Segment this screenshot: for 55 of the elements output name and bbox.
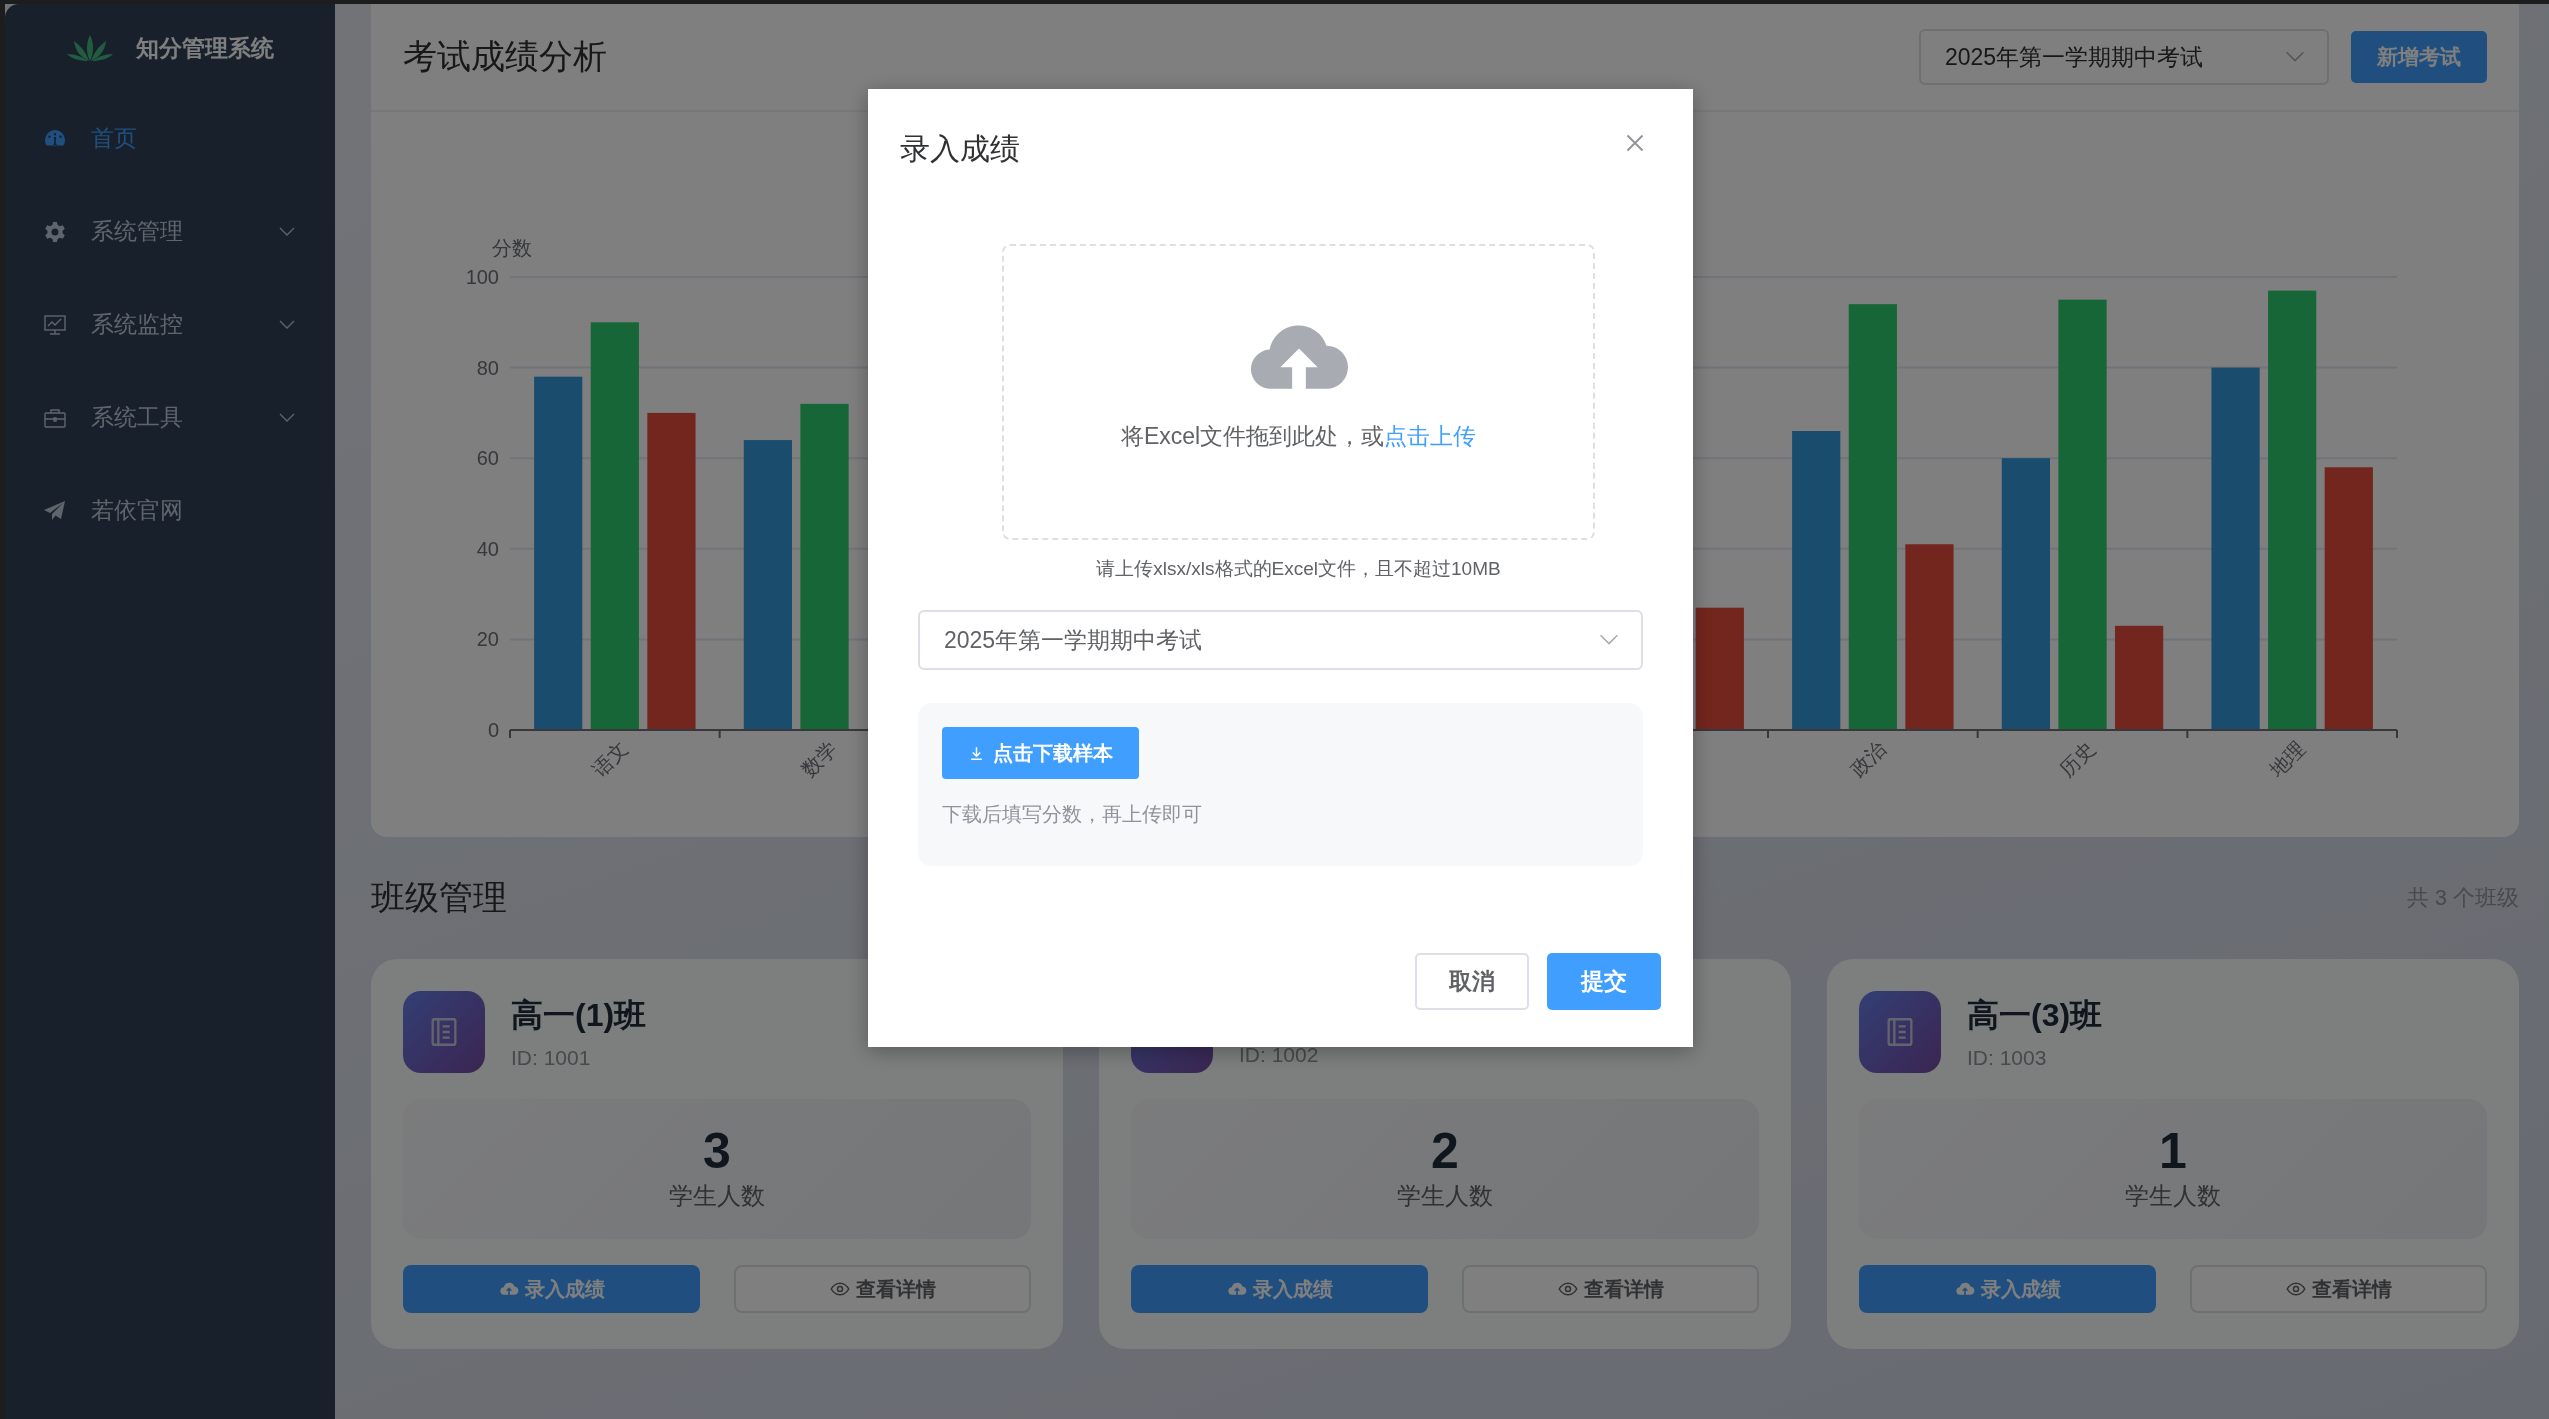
chevron-icon: [1599, 634, 1619, 646]
template-hint: 下载后填写分数，再上传即可: [942, 802, 1202, 827]
class-name: 高一(1)班: [511, 996, 647, 1035]
enter-scores-button[interactable]: 录入成绩: [1859, 1265, 2156, 1313]
exam-select[interactable]: 2025年第一学期期中考试: [1919, 29, 2329, 85]
settings-icon: [43, 219, 67, 244]
upload-hint: 请上传xlsx/xls格式的Excel文件，且不超过10MB: [1096, 557, 1501, 581]
class-name: 高一(3)班: [1967, 996, 2103, 1035]
notebook-icon: [403, 991, 485, 1073]
section-title: 班级管理: [371, 877, 507, 918]
view-details-button[interactable]: 查看详情: [1462, 1265, 1759, 1313]
monitor-icon: [43, 312, 67, 337]
menu-item[interactable]: 若依官网: [5, 464, 335, 557]
y-tick-label: 60: [476, 447, 499, 470]
x-tick-label: 语文: [587, 737, 632, 782]
add-exam-button[interactable]: 新增考试: [2351, 31, 2487, 83]
cancel-button[interactable]: 取消: [1415, 953, 1529, 1010]
x-tick-label: 地理: [2265, 737, 2309, 782]
chevron-icon: [2285, 51, 2305, 63]
y-axis-title: 分数: [492, 237, 532, 259]
leaf-logo-icon: [66, 33, 114, 63]
y-tick-label: 100: [465, 266, 499, 288]
y-tick-label: 20: [476, 628, 499, 651]
y-tick-label: 0: [487, 719, 499, 741]
x-tick-label: 历史: [2055, 737, 2100, 782]
view-details-button[interactable]: 查看详情: [734, 1265, 1031, 1313]
stat-label: 学生人数: [1397, 1181, 1493, 1211]
enter-scores-button[interactable]: 录入成绩: [403, 1265, 700, 1313]
student-count: 3: [703, 1126, 731, 1176]
notebook-icon: [1859, 991, 1941, 1073]
x-tick-label: 数学: [797, 737, 842, 782]
upload-instruction: 将Excel文件拖到此处，或点击上传: [1120, 422, 1477, 451]
submit-button[interactable]: 提交: [1547, 953, 1661, 1010]
student-count: 1: [2159, 1126, 2187, 1176]
menu-item[interactable]: 系统管理: [5, 185, 335, 278]
stat-label: 学生人数: [669, 1181, 765, 1211]
x-tick-label: 政治: [1845, 737, 1890, 782]
stat-label: 学生人数: [2125, 1181, 2221, 1211]
download-icon: [968, 744, 985, 762]
exam-select[interactable]: 2025年第一学期期中考试: [918, 610, 1643, 670]
download-template-button[interactable]: 点击下载样本: [942, 727, 1139, 779]
menu-item[interactable]: 系统工具: [5, 371, 335, 464]
close-icon[interactable]: [1625, 133, 1645, 153]
menu-item[interactable]: 系统监控: [5, 278, 335, 371]
menu-item[interactable]: 首页: [5, 92, 335, 185]
y-tick-label: 80: [476, 356, 499, 379]
student-count: 2: [1431, 1126, 1459, 1176]
enter-scores-button[interactable]: 录入成绩: [1131, 1265, 1428, 1313]
page-title: 考试成绩分析: [403, 36, 607, 77]
y-tick-label: 40: [476, 537, 499, 560]
view-details-button[interactable]: 查看详情: [2190, 1265, 2487, 1313]
dialog-title: 录入成绩: [900, 130, 1020, 167]
app-title: 知分管理系统: [136, 33, 274, 63]
upload-link[interactable]: 点击上传: [1384, 423, 1477, 449]
upload-drop-zone[interactable]: 将Excel文件拖到此处，或点击上传: [1002, 244, 1595, 540]
